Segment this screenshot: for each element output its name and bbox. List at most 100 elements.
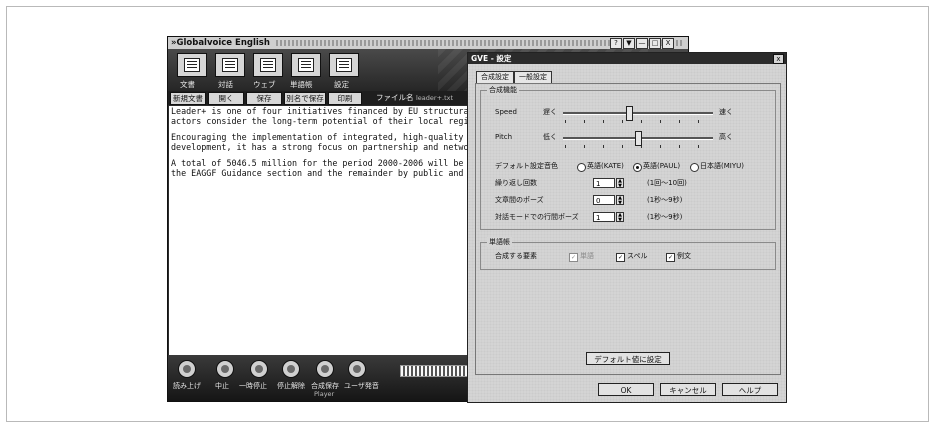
speed-slider-track[interactable]: [563, 112, 713, 115]
close-button[interactable]: X: [662, 38, 674, 49]
line-pause-stepper[interactable]: ▲ ▼: [616, 212, 624, 223]
audio-level-meter: [400, 365, 472, 377]
line-pause-label: 対話モードでの行間ポーズ: [495, 213, 579, 221]
filename-label: ファイル名: [376, 93, 414, 102]
toolbar-settings-button[interactable]: [329, 53, 359, 77]
help-dialog-button[interactable]: ヘルプ: [722, 383, 778, 396]
voice-radio-miyu[interactable]: [690, 163, 699, 172]
example-checkbox-label: 例文: [677, 252, 691, 260]
speed-label: Speed: [495, 108, 517, 116]
line-pause-input[interactable]: 1: [593, 212, 615, 222]
resume-icon: [287, 365, 295, 373]
voice-option-kate: 英語(KATE): [587, 162, 624, 170]
speed-min-label: 遅く: [543, 108, 557, 116]
document-icon: [184, 58, 200, 72]
settings-dialog: GVE - 設定 x 合成設定 一般設定 合成機能 Speed 遅く 速く Pi…: [467, 52, 787, 403]
save-button[interactable]: 保存: [246, 92, 282, 105]
stop-label: 中止: [215, 382, 229, 390]
voice-radio-kate[interactable]: [577, 163, 586, 172]
app-titlebar[interactable]: »Globalvoice English ? ▼ — □ X: [168, 37, 688, 49]
title-buttons: ? ▼ — □ X: [610, 38, 674, 49]
user-pronunciation-button[interactable]: [348, 360, 366, 378]
pause-button[interactable]: [250, 360, 268, 378]
new-document-button[interactable]: 新規文書: [170, 92, 206, 105]
synthesis-group-legend: 合成機能: [487, 85, 519, 95]
sentence-pause-range: (1秒〜9秒): [647, 196, 683, 204]
sentence-pause-input[interactable]: 0: [593, 195, 615, 205]
pause-icon: [255, 365, 263, 373]
repeat-stepper[interactable]: ▲ ▼: [616, 178, 624, 189]
voice-option-paul: 英語(PAUL): [643, 162, 681, 170]
toolbar-document-button[interactable]: [177, 53, 207, 77]
dialog-titlebar[interactable]: GVE - 設定 x: [468, 53, 786, 64]
play-icon: [183, 365, 191, 373]
word-checkbox-label: 単語: [580, 252, 594, 260]
save-audio-button[interactable]: [316, 360, 334, 378]
help-button[interactable]: ?: [610, 38, 622, 49]
toolbar-dialog-button[interactable]: [215, 53, 245, 77]
save-audio-icon: [321, 365, 329, 373]
sentence-pause-label: 文章間のポーズ: [495, 196, 544, 204]
word-checkbox[interactable]: ✓: [569, 253, 578, 262]
wordbook-group-legend: 単語帳: [487, 237, 512, 247]
toolbar-wordbook-button[interactable]: [291, 53, 321, 77]
dialog-close-button[interactable]: x: [773, 54, 784, 64]
stop-button[interactable]: [216, 360, 234, 378]
user-pronunciation-label: ユーザ発音: [344, 382, 379, 390]
toolbar-label-settings: 設定: [334, 80, 349, 89]
minimize-button[interactable]: —: [636, 38, 648, 49]
pitch-max-label: 高く: [719, 133, 733, 141]
pitch-min-label: 低く: [543, 133, 557, 141]
line-pause-range: (1秒〜9秒): [647, 213, 683, 221]
toolbar-label-document: 文書: [180, 80, 195, 89]
tab-general[interactable]: 一般設定: [514, 71, 552, 83]
repeat-input[interactable]: 1: [593, 178, 615, 188]
pitch-label: Pitch: [495, 133, 513, 141]
synthesis-group: 合成機能 Speed 遅く 速く Pitch 低く 高く デフォルト設定音色 英…: [480, 85, 776, 230]
dialog-title: GVE - 設定: [471, 54, 512, 63]
stop-icon: [221, 365, 229, 373]
cancel-button[interactable]: キャンセル: [660, 383, 716, 396]
sentence-pause-stepper[interactable]: ▲ ▼: [616, 195, 624, 206]
dialog-icon: [222, 58, 238, 72]
wordbook-elements-label: 合成する要素: [495, 252, 537, 260]
wordbook-icon: [298, 58, 314, 72]
voice-label: デフォルト設定音色: [495, 162, 558, 170]
maximize-button[interactable]: □: [649, 38, 661, 49]
user-pronunciation-icon: [353, 365, 361, 373]
pitch-slider-thumb[interactable]: [635, 131, 642, 146]
spell-checkbox-label: スペル: [627, 252, 648, 260]
ok-button[interactable]: OK: [598, 383, 654, 396]
filename-value: leader+.txt: [416, 94, 454, 102]
play-label: 読み上げ: [173, 382, 201, 390]
player-label: Player: [314, 390, 335, 398]
toolbar-label-web: ウェブ: [253, 80, 276, 89]
resume-button[interactable]: [282, 360, 300, 378]
speed-max-label: 速く: [719, 108, 733, 116]
tab-synthesis[interactable]: 合成設定: [476, 71, 514, 83]
repeat-label: 繰り返し回数: [495, 179, 537, 187]
voice-option-miyu: 日本語(MIYU): [700, 162, 744, 170]
dropdown-button[interactable]: ▼: [623, 38, 635, 49]
wordbook-group: 単語帳 合成する要素 ✓ 単語 ✓ スペル ✓ 例文: [480, 237, 776, 270]
save-as-button[interactable]: 別名で保存: [284, 92, 326, 105]
play-button[interactable]: [178, 360, 196, 378]
pause-label: 一時停止: [239, 382, 267, 390]
reset-defaults-button[interactable]: デフォルト値に設定: [586, 352, 670, 365]
voice-radio-paul[interactable]: [633, 163, 642, 172]
open-button[interactable]: 開く: [208, 92, 244, 105]
web-icon: [260, 58, 276, 72]
speed-slider-ticks: [565, 120, 715, 123]
toolbar-label-wordbook: 単語帳: [290, 80, 313, 89]
resume-label: 停止解除: [277, 382, 305, 390]
settings-icon: [336, 58, 352, 72]
example-checkbox[interactable]: ✓: [666, 253, 675, 262]
spell-checkbox[interactable]: ✓: [616, 253, 625, 262]
tab-panel: 合成機能 Speed 遅く 速く Pitch 低く 高く デフォルト設定音色 英…: [475, 83, 781, 375]
toolbar-web-button[interactable]: [253, 53, 283, 77]
repeat-range: (1回〜10回): [647, 179, 687, 187]
toolbar-label-dialog: 対話: [218, 80, 233, 89]
print-button[interactable]: 印刷: [328, 92, 362, 105]
app-title: »Globalvoice English: [171, 38, 270, 48]
speed-slider-thumb[interactable]: [626, 106, 633, 121]
